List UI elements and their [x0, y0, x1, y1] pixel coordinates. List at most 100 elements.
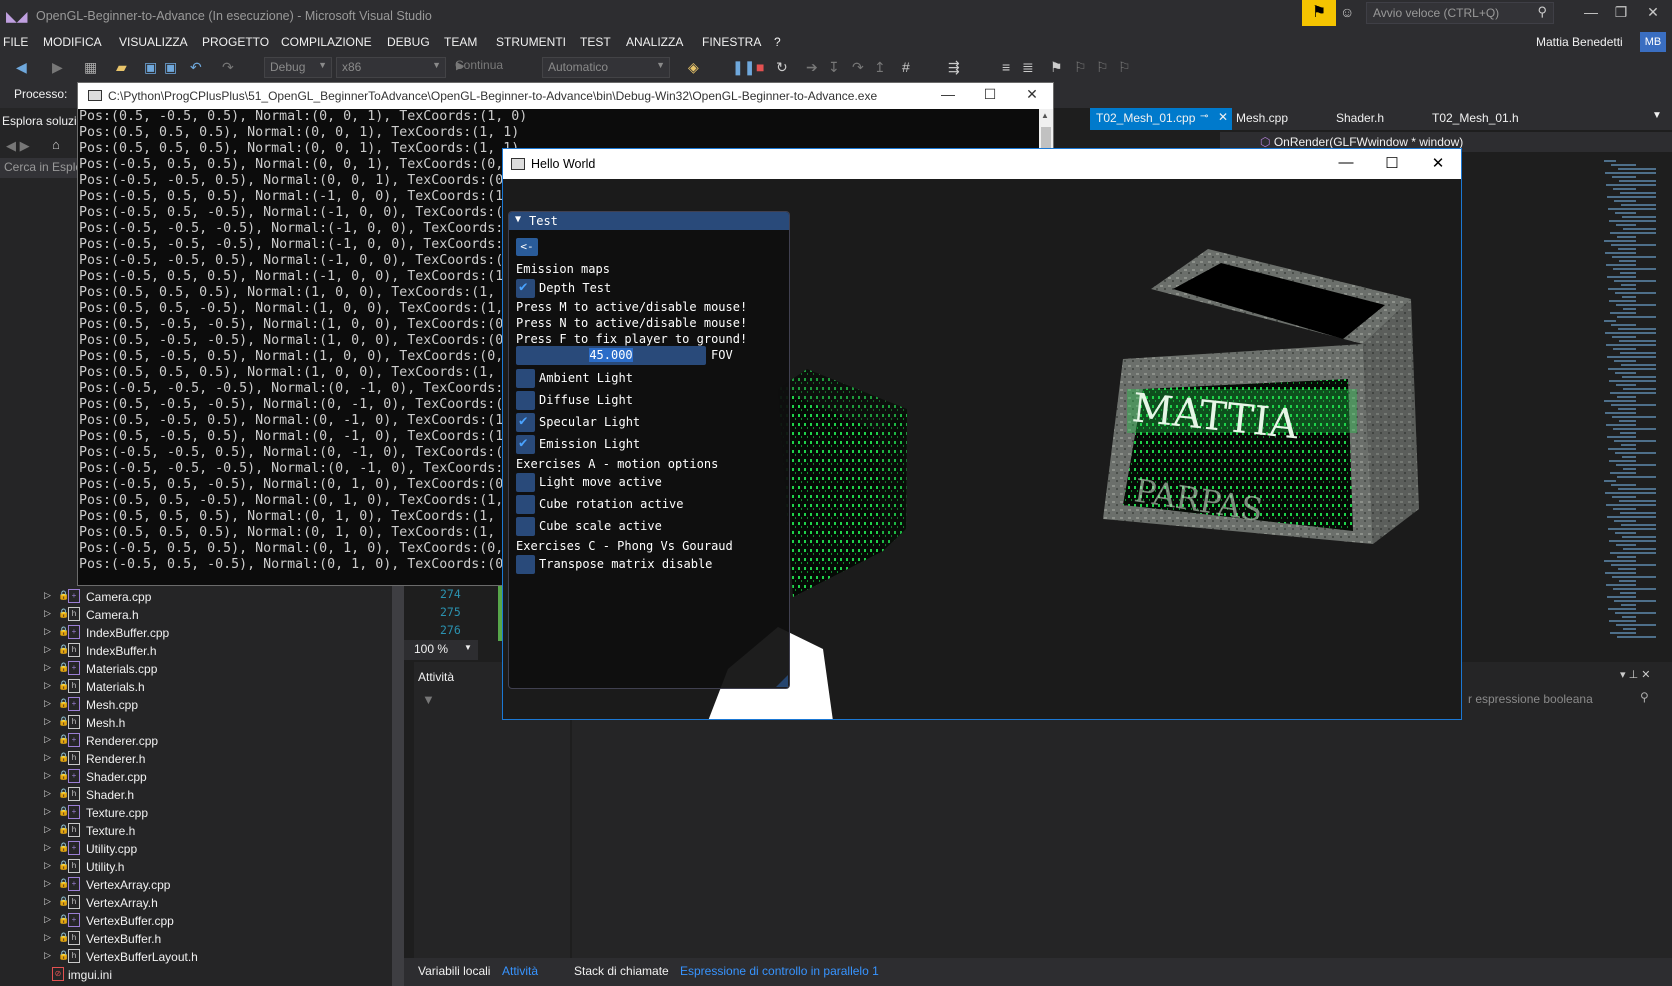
tab-variabili-locali[interactable]: Variabili locali	[418, 964, 490, 978]
ambient-light-checkbox[interactable]	[516, 369, 535, 388]
collapse-arrow-icon[interactable]: ▼	[515, 214, 521, 225]
notification-flag-icon[interactable]: ⚑	[1302, 0, 1336, 26]
expand-arrow-icon[interactable]: ▷	[44, 662, 51, 673]
debug-location-icon[interactable]: ◈	[688, 59, 699, 76]
debug-target-select[interactable]: Automatico ▼	[542, 57, 670, 78]
expand-arrow-icon[interactable]: ▷	[44, 752, 51, 763]
clear-bookmarks-icon[interactable]: ⚐	[1118, 59, 1131, 76]
expand-arrow-icon[interactable]: ▷	[44, 698, 51, 709]
step-out-icon[interactable]: ↥	[874, 59, 886, 76]
avatar[interactable]: MB	[1640, 32, 1666, 52]
step-over-icon[interactable]: ↷	[852, 59, 864, 76]
sidebar-item-utility-h[interactable]: ▷ 🔒 h Utility.h	[0, 858, 392, 876]
console-close-button[interactable]: ✕	[1012, 86, 1052, 103]
menu-progetto[interactable]: PROGETTO	[202, 35, 269, 49]
sidebar-item-utility-cpp[interactable]: ▷ 🔒 + Utility.cpp	[0, 840, 392, 858]
menu-visualizza[interactable]: VISUALIZZA	[119, 35, 188, 49]
menu-test[interactable]: TEST	[580, 35, 611, 49]
console-title-bar[interactable]: C:\Python\ProgCPlusPlus\51_OpenGL_Beginn…	[78, 83, 1053, 109]
expand-arrow-icon[interactable]: ▷	[44, 734, 51, 745]
expand-arrow-icon[interactable]: ▷	[44, 860, 51, 871]
bool-expression-input[interactable]: r espressione booleana	[1468, 692, 1593, 706]
tab-shader-h[interactable]: Shader.h	[1336, 111, 1384, 125]
undo-icon[interactable]: ↶	[190, 59, 202, 76]
scroll-up-icon[interactable]: ▲	[1041, 111, 1049, 120]
back-icon[interactable]: ◀	[16, 59, 27, 76]
sidebar-item-vertexarray-cpp[interactable]: ▷ 🔒 + VertexArray.cpp	[0, 876, 392, 894]
resize-grip[interactable]	[776, 675, 788, 687]
hex-display-icon[interactable]: #	[902, 59, 910, 75]
show-next-statement-icon[interactable]: ➔	[806, 59, 818, 76]
console-minimize-button[interactable]: —	[928, 86, 968, 102]
restart-icon[interactable]: ↻	[776, 59, 788, 76]
menu-file[interactable]: FILE	[3, 35, 28, 49]
sidebar-item-vertexbuffer-h[interactable]: ▷ 🔒 h VertexBuffer.h	[0, 930, 392, 948]
sidebar-item-materials-h[interactable]: ▷ 🔒 h Materials.h	[0, 678, 392, 696]
menu-team[interactable]: TEAM	[444, 35, 477, 49]
tab-mesh-cpp[interactable]: Mesh.cpp	[1236, 111, 1288, 125]
opengl-viewport[interactable]: MATTIA PARPAS ▼ Test <- Emission maps De…	[503, 179, 1461, 719]
menu-analizza[interactable]: ANALIZZA	[626, 35, 683, 49]
open-folder-icon[interactable]: ▰	[116, 59, 127, 76]
diffuse-light-checkbox[interactable]	[516, 391, 535, 410]
maximize-button[interactable]: ❐	[1606, 4, 1636, 21]
expand-arrow-icon[interactable]: ▷	[44, 590, 51, 601]
forward-icon[interactable]: ▶	[52, 59, 63, 76]
hello-maximize-button[interactable]: ☐	[1369, 154, 1415, 172]
sidebar-item-materials-cpp[interactable]: ▷ 🔒 + Materials.cpp	[0, 660, 392, 678]
sidebar-item-vertexarray-h[interactable]: ▷ 🔒 h VertexArray.h	[0, 894, 392, 912]
threads-icon[interactable]: ⇶	[948, 59, 960, 76]
sidebar-item-texture-cpp[interactable]: ▷ 🔒 + Texture.cpp	[0, 804, 392, 822]
expand-arrow-icon[interactable]: ▷	[44, 842, 51, 853]
hello-title-bar[interactable]: Hello World — ☐ ✕	[503, 149, 1461, 179]
align-left-icon[interactable]: ≡	[1002, 59, 1010, 75]
expand-arrow-icon[interactable]: ▷	[44, 878, 51, 889]
fov-slider[interactable]: 45.000	[516, 346, 706, 365]
cube-scale-checkbox[interactable]	[516, 517, 535, 536]
close-button[interactable]: ✕	[1638, 4, 1668, 21]
expand-arrow-icon[interactable]: ▷	[44, 932, 51, 943]
function-dropdown[interactable]: OnRender(GLFWwindow * window)	[1274, 135, 1463, 149]
expand-arrow-icon[interactable]: ▷	[44, 914, 51, 925]
bookmark-icon[interactable]: ⚑	[1050, 59, 1063, 76]
menu-help[interactable]: ?	[774, 35, 781, 49]
sidebar-item-renderer-cpp[interactable]: ▷ 🔒 + Renderer.cpp	[0, 732, 392, 750]
expand-arrow-icon[interactable]: ▷	[44, 608, 51, 619]
pause-icon[interactable]: ❚❚	[732, 59, 755, 76]
menu-strumenti[interactable]: STRUMENTI	[496, 35, 566, 49]
new-project-icon[interactable]: ▦	[84, 59, 97, 76]
save-all-icon[interactable]: ▣	[164, 59, 177, 76]
panel-pin-icon[interactable]: ▾ ⊥ ✕	[1620, 668, 1650, 681]
emission-light-checkbox[interactable]	[516, 435, 535, 454]
sidebar-item-vertexbuffer-cpp[interactable]: ▷ 🔒 + VertexBuffer.cpp	[0, 912, 392, 930]
search-icon[interactable]: ⚲	[1640, 690, 1649, 704]
transpose-checkbox[interactable]	[516, 555, 535, 574]
tab-t02-mesh-h[interactable]: T02_Mesh_01.h	[1432, 111, 1519, 125]
redo-icon[interactable]: ↷	[222, 59, 234, 76]
menu-finestra[interactable]: FINESTRA	[702, 35, 761, 49]
user-name[interactable]: Mattia Benedetti	[1536, 35, 1623, 49]
sidebar-item-vertexbufferlayout-h[interactable]: ▷ 🔒 h VertexBufferLayout.h	[0, 948, 392, 966]
expand-arrow-icon[interactable]: ▷	[44, 644, 51, 655]
tab-overflow-icon[interactable]: ▼	[1652, 110, 1662, 121]
tab-attivita[interactable]: Attività	[502, 964, 538, 978]
tab-t02-mesh-cpp[interactable]: T02_Mesh_01.cpp	[1096, 111, 1195, 125]
code-minimap[interactable]	[1590, 152, 1672, 642]
menu-modifica[interactable]: MODIFICA	[43, 35, 102, 49]
imgui-header[interactable]: ▼ Test	[509, 212, 789, 230]
platform-select[interactable]: x86 ▼	[336, 57, 446, 78]
continue-button[interactable]: Continua	[455, 58, 503, 72]
expand-arrow-icon[interactable]: ▷	[44, 626, 51, 637]
back-icon[interactable]: ◀ ▶	[6, 138, 30, 154]
hello-close-button[interactable]: ✕	[1415, 154, 1461, 172]
minimize-button[interactable]: —	[1576, 4, 1606, 20]
sidebar-item-shader-h[interactable]: ▷ 🔒 h Shader.h	[0, 786, 392, 804]
expand-arrow-icon[interactable]: ▷	[44, 824, 51, 835]
next-bookmark-icon[interactable]: ⚐	[1096, 59, 1109, 76]
step-into-icon[interactable]: ↧	[828, 59, 840, 76]
prev-bookmark-icon[interactable]: ⚐	[1074, 59, 1087, 76]
back-button[interactable]: <-	[516, 238, 538, 256]
sidebar-item-shader-cpp[interactable]: ▷ 🔒 + Shader.cpp	[0, 768, 392, 786]
console-maximize-button[interactable]: ☐	[970, 86, 1010, 103]
sidebar-item-camera-h[interactable]: ▷ 🔒 h Camera.h	[0, 606, 392, 624]
